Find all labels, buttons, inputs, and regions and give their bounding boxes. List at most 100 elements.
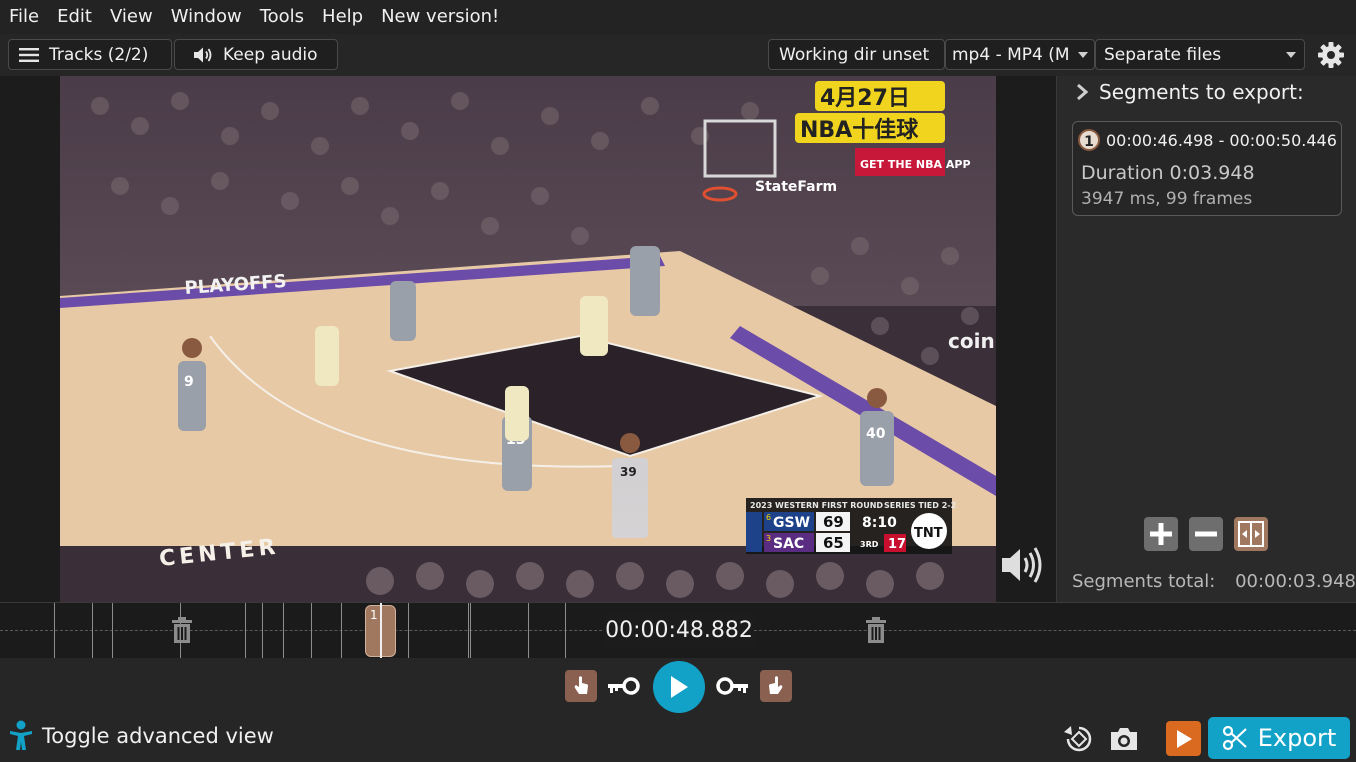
volume-button[interactable] [1000,545,1046,585]
keyframe-tick [528,603,529,659]
team2-score: 65 [823,534,844,552]
segments-header[interactable]: Segments to export: [1075,80,1304,104]
segment-card[interactable]: 1 00:00:46.498 - 00:00:50.446 Duration 0… [1072,121,1342,216]
prev-keyframe-button[interactable] [606,674,640,698]
basketball-scene: PLAYOFFS GET THE NBA APP StateFarm coinb… [60,76,996,602]
export-label: Export [1257,724,1337,752]
playhead[interactable] [380,603,382,659]
split-icon [1238,521,1264,547]
menu-new-version[interactable]: New version! [372,0,508,34]
timeline-segment-label: 1 [370,608,378,622]
tracks-button[interactable]: Tracks (2/2) [8,39,172,70]
export-preview-button[interactable] [1166,721,1201,756]
segment-detail: 3947 ms, 99 frames [1081,189,1253,209]
network-logo: TNT [914,526,943,541]
trash-marker[interactable] [864,617,888,647]
keyframe-tick [408,603,409,659]
gear-icon [1318,42,1344,68]
keyframe-tick [341,603,342,659]
segments-panel: Segments to export: 1 00:00:46.498 - 00:… [1056,76,1356,602]
menu-bar: File Edit View Window Tools Help New ver… [0,0,1356,34]
team2-name: SAC [773,536,804,552]
keyframe-tick [245,603,246,659]
remove-segment-button[interactable] [1189,517,1223,551]
list-icon [19,47,39,62]
format-select[interactable]: mp4 - MP4 (M [945,39,1095,70]
team1-seed: 6 [766,513,771,522]
scoreboard-series: SERIES TIED 2-2 [884,501,956,510]
scoreboard: 2023 WESTERN FIRST ROUND SERIES TIED 2-2… [746,498,956,554]
jersey-9: 9 [184,374,194,390]
scoreboard-round: 2023 WESTERN FIRST ROUND [750,501,883,510]
accessibility-icon [10,720,32,750]
speaker-icon [194,47,212,62]
keyframe-tick [283,603,284,659]
team2-seed: 3 [766,534,771,543]
keyframe-tick [565,603,566,659]
play-icon [1176,729,1192,748]
play-button[interactable] [653,661,705,713]
menu-tools[interactable]: Tools [251,0,313,34]
plus-icon [1150,523,1172,545]
key-icon [608,677,640,695]
set-cut-end-button[interactable] [760,670,792,702]
nba-app-ad: GET THE NBA APP [860,158,971,171]
keep-audio-button[interactable]: Keep audio [174,39,338,70]
keyframe-tick [92,603,93,659]
split-segment-button[interactable] [1234,517,1268,551]
keyframe-tick [311,603,312,659]
chevron-down-icon [1078,51,1088,58]
statefarm-ad: StateFarm [755,179,837,195]
segment-number-badge: 1 [1078,129,1100,151]
overlay-title: NBA十佳球 [800,118,919,143]
game-clock: 8:10 [862,515,897,531]
chevron-down-icon [1286,51,1296,58]
play-icon [671,676,688,698]
menu-file[interactable]: File [0,0,48,34]
export-mode-value: Separate files [1104,44,1222,65]
keyframe-tick [112,603,113,659]
keyframe-tick [468,603,469,659]
segments-total-label: Segments total: [1072,571,1216,592]
volume-icon [1002,547,1042,583]
segment-duration: Duration 0:03.948 [1081,162,1255,184]
menu-window[interactable]: Window [162,0,251,34]
next-keyframe-button[interactable] [716,674,750,698]
video-frame[interactable]: PLAYOFFS GET THE NBA APP StateFarm coinb… [60,76,996,602]
add-segment-button[interactable] [1144,517,1178,551]
menu-edit[interactable]: Edit [48,0,101,34]
camera-icon [1111,728,1137,750]
current-time[interactable]: 00:00:48.882 [604,613,754,649]
jersey-40: 40 [866,426,886,442]
trash-icon [866,617,886,643]
working-dir-label: Working dir unset [779,44,930,65]
trash-marker[interactable] [170,617,194,647]
export-mode-select[interactable]: Separate files [1095,39,1305,70]
coinbase-ad: coinb [948,329,996,353]
working-dir-button[interactable]: Working dir unset [768,39,945,70]
keyframe-tick [54,603,55,659]
menu-view[interactable]: View [101,0,162,34]
game-period: 3RD [860,540,879,549]
chevron-right-icon [1077,83,1089,101]
export-button[interactable]: Export [1208,717,1350,759]
set-cut-start-button[interactable] [565,670,597,702]
tracks-label: Tracks (2/2) [49,44,149,65]
trash-icon [172,617,192,643]
segments-total-value: 00:00:03.948 [1235,571,1356,592]
keyframe-tick [262,603,263,659]
format-value: mp4 - MP4 (M [952,44,1070,65]
settings-button[interactable] [1315,39,1347,71]
screenshot-button[interactable] [1108,724,1140,754]
toggle-advanced-view[interactable]: Toggle advanced view [8,720,274,752]
segments-total: Segments total: 00:00:03.948 [1072,571,1356,592]
minus-icon [1195,531,1217,537]
scissors-icon [1222,725,1247,751]
key-icon [716,677,748,695]
timeline[interactable]: 1 00:00:48.882 [0,602,1356,659]
rotate-button[interactable] [1062,722,1096,756]
menu-help[interactable]: Help [313,0,372,34]
team1-name: GSW [773,515,810,531]
team1-score: 69 [823,513,844,531]
keyframe-tick [470,603,471,659]
